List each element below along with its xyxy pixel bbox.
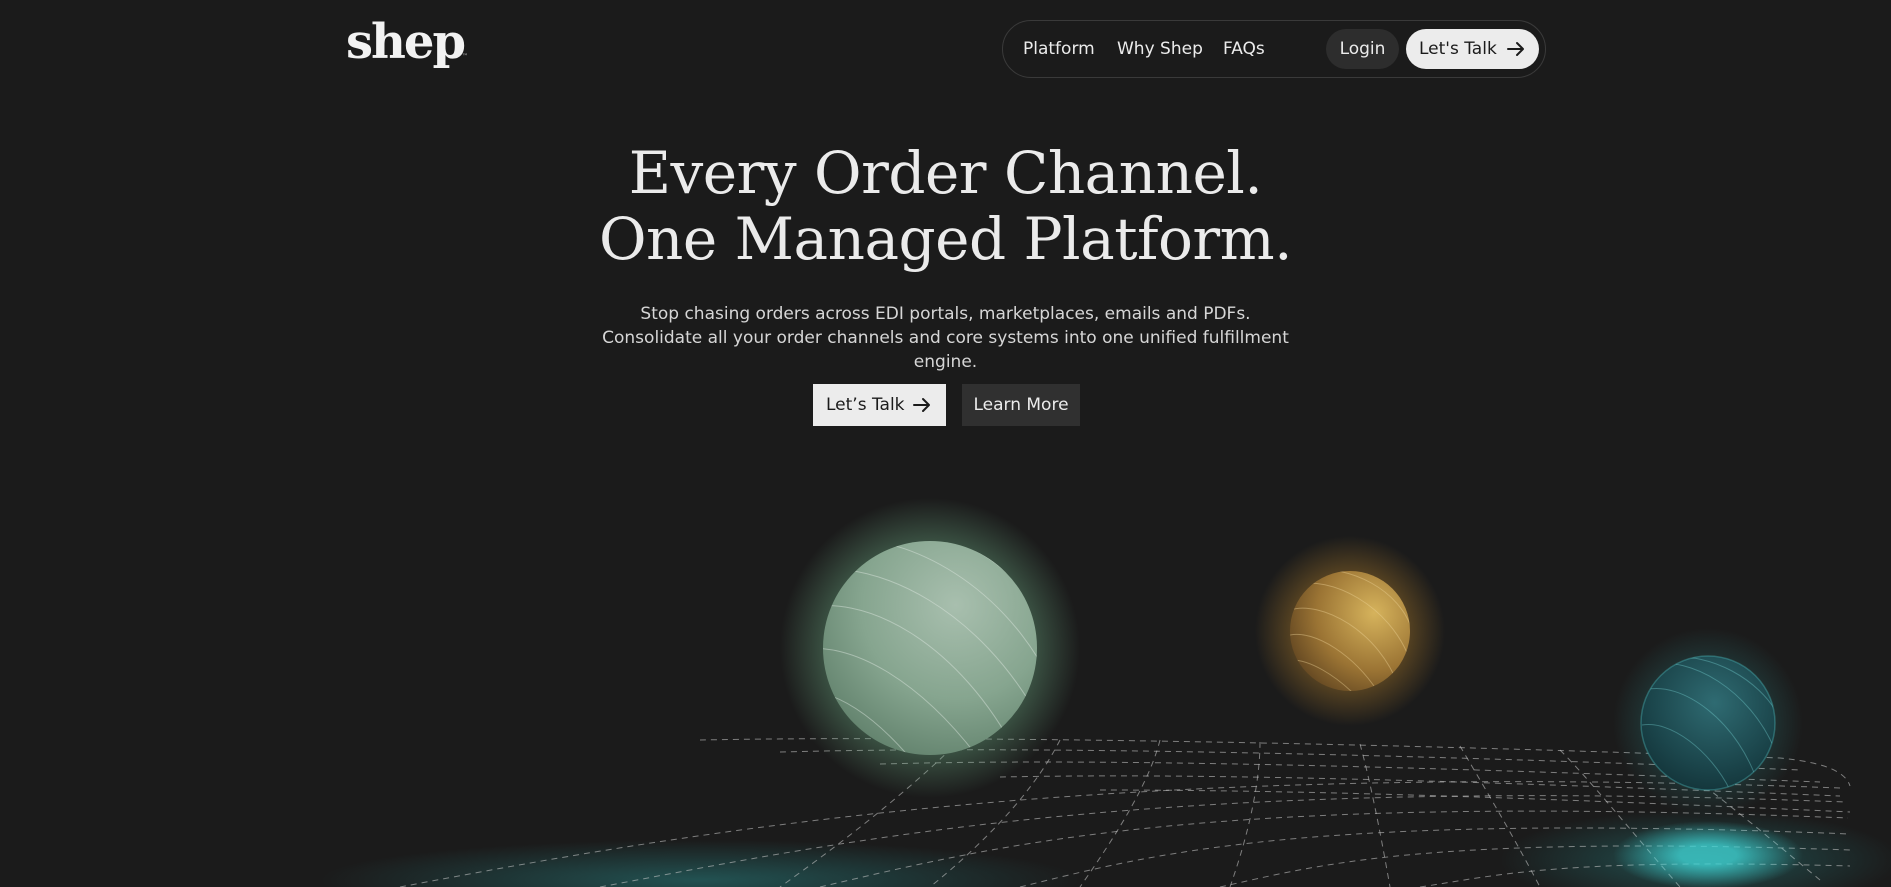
site-header: shep ™ Platform Why Shep FAQs Login Let's… [0,0,1891,100]
floor-glow [320,840,1080,887]
gold-orb [1290,571,1410,691]
learn-more-button[interactable]: Learn More [962,384,1080,426]
hero-lets-talk-label: Let’s Talk [826,395,905,415]
nav-link-why-shep[interactable]: Why Shep [1117,39,1203,59]
logo-trademark: ™ [462,53,469,60]
logo-text: shep [346,14,466,70]
login-button[interactable]: Login [1326,29,1399,69]
hero-title: Every Order Channel. One Managed Platfor… [0,140,1891,272]
learn-more-label: Learn More [973,395,1069,415]
shep-logo[interactable]: shep ™ [346,18,468,66]
nav-link-platform[interactable]: Platform [1023,39,1095,59]
hero-title-line1: Every Order Channel. [628,139,1263,207]
teal-orb [1640,655,1776,791]
arrow-right-icon [1507,42,1524,56]
teal-orb-reflection [1613,821,1803,887]
hero-illustration [320,498,1891,887]
hero-lets-talk-button[interactable]: Let’s Talk [813,384,946,426]
main-nav: Platform Why Shep FAQs Login Let's Talk [1002,20,1546,78]
nav-lets-talk-label: Let's Talk [1419,39,1497,59]
login-button-label: Login [1339,39,1386,59]
nav-lets-talk-button[interactable]: Let's Talk [1406,29,1539,69]
hero-subtitle: Stop chasing orders across EDI portals, … [602,304,1289,372]
arrow-right-icon [913,398,930,412]
green-orb [823,541,1037,755]
hero-title-line2: One Managed Platform. [598,205,1293,273]
nav-link-faqs[interactable]: FAQs [1223,39,1265,59]
